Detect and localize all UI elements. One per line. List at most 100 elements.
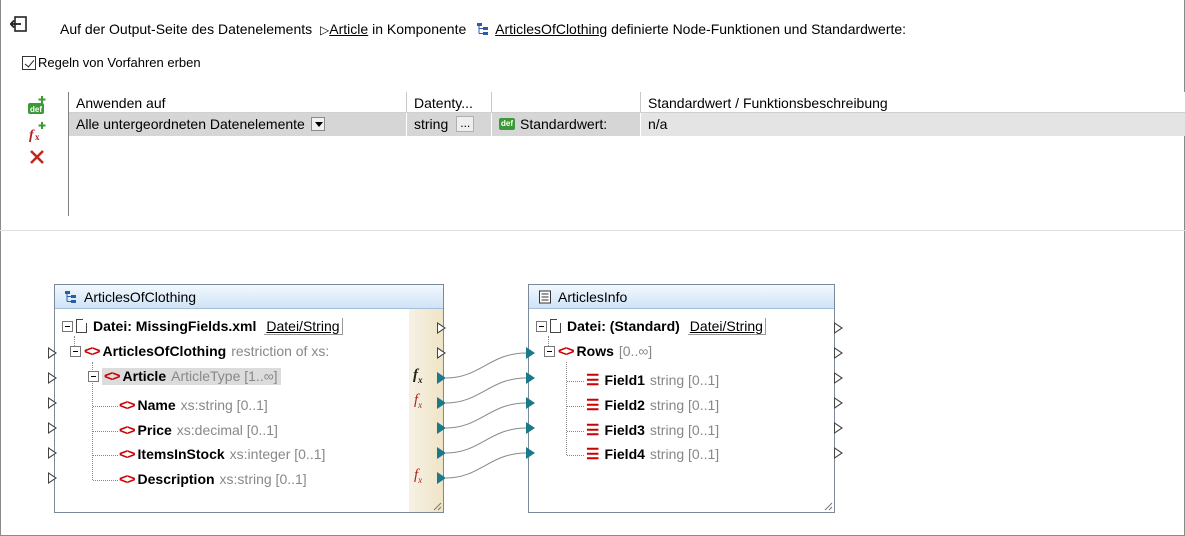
output-port[interactable]: [437, 347, 446, 359]
output-port[interactable]: [834, 322, 843, 334]
kind-cell: def Standardwert:: [492, 113, 641, 136]
input-port[interactable]: [48, 422, 57, 434]
tree-node[interactable]: ☰ Field1 string [0..1]: [586, 370, 719, 390]
element-icon: <>: [558, 342, 575, 360]
tree-node[interactable]: <> Rows [0..∞]: [544, 341, 652, 361]
input-port[interactable]: [526, 447, 535, 459]
file-string-button[interactable]: Datei/String: [264, 317, 343, 335]
back-arrow-icon[interactable]: [10, 15, 28, 33]
datatype-cell[interactable]: string ...: [407, 113, 492, 136]
input-port[interactable]: [526, 347, 535, 359]
output-port[interactable]: [437, 397, 446, 409]
node-name: Rows: [576, 343, 614, 359]
target-file-row[interactable]: Datei: (Standard) Datei/String: [536, 316, 766, 336]
svg-text:x: x: [35, 132, 40, 142]
input-port[interactable]: [48, 472, 57, 484]
chevron-down-icon[interactable]: [310, 117, 325, 131]
checkbox-checked[interactable]: [22, 55, 36, 70]
target-title: ArticlesInfo: [558, 288, 628, 305]
tree-node[interactable]: <> Name xs:string [0..1]: [119, 395, 268, 415]
inherit-rules-checkbox[interactable]: Regeln von Vorfahren erben: [22, 55, 201, 70]
rules-table-header: Anwenden auf Datenty... Standardwert / F…: [69, 92, 1185, 113]
node-type: string [0..1]: [649, 372, 720, 388]
input-port[interactable]: [526, 422, 535, 434]
fx-icon[interactable]: fx: [414, 392, 422, 410]
output-port[interactable]: [437, 372, 446, 384]
resize-grip-icon[interactable]: [823, 501, 833, 511]
tree-line: [567, 455, 584, 456]
field-icon: ☰: [586, 397, 600, 414]
close-icon[interactable]: [26, 146, 48, 168]
node-name: Field3: [604, 422, 645, 438]
node-name: Description: [137, 471, 215, 487]
node-name: Price: [137, 422, 172, 438]
output-port[interactable]: [834, 397, 843, 409]
tree-node[interactable]: ☰ Field2 string [0..1]: [586, 395, 719, 415]
col-apply-to[interactable]: Anwenden auf: [69, 92, 407, 112]
output-port[interactable]: [437, 472, 446, 484]
output-port[interactable]: [437, 447, 446, 459]
header-prefix: Auf der Output-Seite des Datenelements: [60, 21, 313, 37]
node-name: Field4: [604, 446, 645, 462]
datatype-browse-button[interactable]: ...: [456, 116, 475, 132]
node-name: ItemsInStock: [137, 446, 225, 462]
value-cell[interactable]: n/a: [641, 113, 1185, 136]
output-port[interactable]: [437, 322, 446, 334]
tree-line: [93, 480, 118, 481]
collapse-icon[interactable]: [544, 345, 555, 357]
file-icon: [550, 319, 561, 333]
collapse-icon[interactable]: [88, 370, 99, 382]
source-title: ArticlesOfClothing: [84, 288, 197, 305]
tree-node[interactable]: <> Description xs:string [0..1]: [119, 469, 307, 489]
element-icon: <>: [119, 396, 136, 414]
node-name: Article: [122, 368, 167, 384]
output-port[interactable]: [437, 422, 446, 434]
component-icon: [477, 23, 489, 35]
header-item-link[interactable]: Article: [329, 21, 368, 37]
source-file-row[interactable]: Datei: MissingFields.xml Datei/String: [62, 316, 343, 336]
kind-label: Standardwert:: [520, 116, 608, 132]
tree-node[interactable]: <> ItemsInStock xs:integer [0..1]: [119, 444, 325, 464]
fx-icon[interactable]: fx: [413, 367, 423, 385]
tree-node[interactable]: ☰ Field4 string [0..1]: [586, 444, 719, 464]
tree-line: [93, 406, 118, 407]
fx-icon[interactable]: fx: [414, 467, 422, 485]
tree-node[interactable]: ☰ Field3 string [0..1]: [586, 420, 719, 440]
fx-plus-icon[interactable]: f x: [26, 120, 48, 142]
selected-node[interactable]: <> Article ArticleType [1..∞]: [102, 367, 281, 385]
col-default-value[interactable]: Standardwert / Funktionsbeschreibung: [641, 92, 1185, 112]
node-type: xs:decimal [0..1]: [176, 422, 278, 438]
output-port[interactable]: [834, 447, 843, 459]
input-port[interactable]: [526, 397, 535, 409]
input-port[interactable]: [48, 347, 57, 359]
collapse-icon[interactable]: [70, 345, 81, 357]
tree-node[interactable]: <> Price xs:decimal [0..1]: [119, 420, 278, 440]
tree-node[interactable]: <> Article ArticleType [1..∞]: [88, 366, 281, 386]
output-port[interactable]: [834, 372, 843, 384]
header-component-link[interactable]: ArticlesOfClothing: [495, 21, 607, 37]
col-kind[interactable]: [492, 92, 641, 112]
node-type: xs:string [0..1]: [219, 471, 307, 487]
tree-node[interactable]: <> ArticlesOfClothing restriction of xs:: [70, 341, 329, 361]
element-icon: <>: [119, 470, 136, 488]
output-port[interactable]: [834, 422, 843, 434]
collapse-icon[interactable]: [62, 320, 73, 332]
target-component-title[interactable]: ArticlesInfo: [529, 285, 834, 309]
col-datatype[interactable]: Datenty...: [407, 92, 492, 112]
source-component-title[interactable]: ArticlesOfClothing: [55, 285, 443, 309]
input-port[interactable]: [48, 447, 57, 459]
header-mid: in Komponente: [372, 21, 467, 37]
node-name: Name: [137, 397, 176, 413]
def-plus-icon[interactable]: def: [26, 94, 48, 116]
input-port[interactable]: [526, 372, 535, 384]
table-row[interactable]: Alle untergeordneten Datenelemente strin…: [69, 113, 1185, 136]
resize-grip-icon[interactable]: [432, 501, 442, 511]
file-icon: [76, 319, 87, 333]
input-port[interactable]: [48, 397, 57, 409]
input-port[interactable]: [48, 372, 57, 384]
apply-to-cell[interactable]: Alle untergeordneten Datenelemente: [69, 113, 407, 136]
collapse-icon[interactable]: [536, 320, 547, 332]
header-description: Auf der Output-Seite des Datenelements ▷…: [60, 21, 906, 37]
file-string-button[interactable]: Datei/String: [687, 317, 766, 335]
output-port[interactable]: [834, 347, 843, 359]
